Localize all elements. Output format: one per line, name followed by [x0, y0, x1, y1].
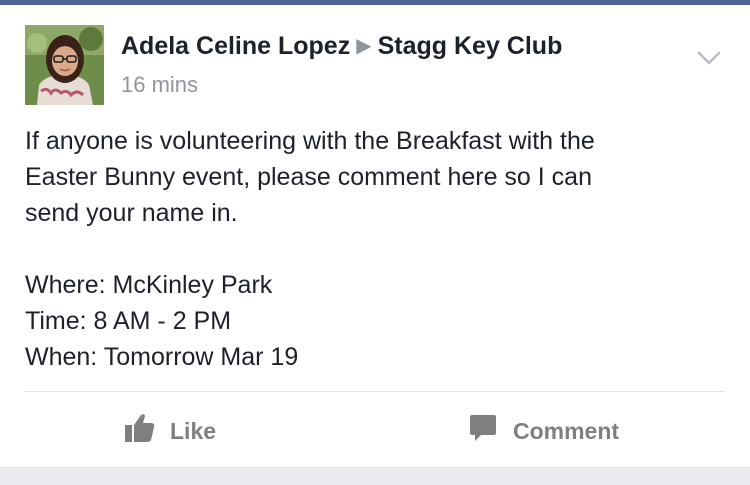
detail-time: Time: 8 AM - 2 PM: [25, 307, 232, 335]
action-bar: Like Comment: [0, 405, 750, 457]
like-label: Like: [170, 417, 217, 444]
avatar-image: [25, 25, 104, 105]
like-button[interactable]: Like: [124, 405, 216, 457]
divider: [25, 391, 725, 392]
triangle-right-icon: ▶: [356, 35, 372, 57]
post-card: Adela Celine Lopez ▶ Stagg Key Club 16 min…: [0, 5, 750, 485]
avatar[interactable]: [25, 25, 104, 105]
body-line: Easter Bunny event, please comment here …: [25, 163, 592, 191]
post-header: Adela Celine Lopez ▶ Stagg Key Club: [121, 31, 562, 63]
thumbs-up-icon: [124, 412, 156, 450]
feed-separator: [0, 467, 750, 485]
body-line: If anyone is volunteering with the Break…: [25, 127, 595, 155]
detail-where: Where: McKinley Park: [25, 271, 273, 299]
post-body: If anyone is volunteering with the Break…: [25, 123, 725, 375]
chevron-down-icon: [697, 51, 721, 65]
comment-label: Comment: [513, 417, 620, 444]
speech-bubble-icon: [467, 412, 499, 450]
group-name[interactable]: Stagg Key Club: [378, 32, 563, 60]
detail-when: When: Tomorrow Mar 19: [25, 343, 299, 371]
body-line: send your name in.: [25, 199, 238, 227]
post-timestamp[interactable]: 16 mins: [121, 72, 198, 98]
author-name[interactable]: Adela Celine Lopez: [121, 32, 350, 60]
comment-button[interactable]: Comment: [467, 405, 619, 457]
post-menu-button[interactable]: [694, 43, 724, 73]
